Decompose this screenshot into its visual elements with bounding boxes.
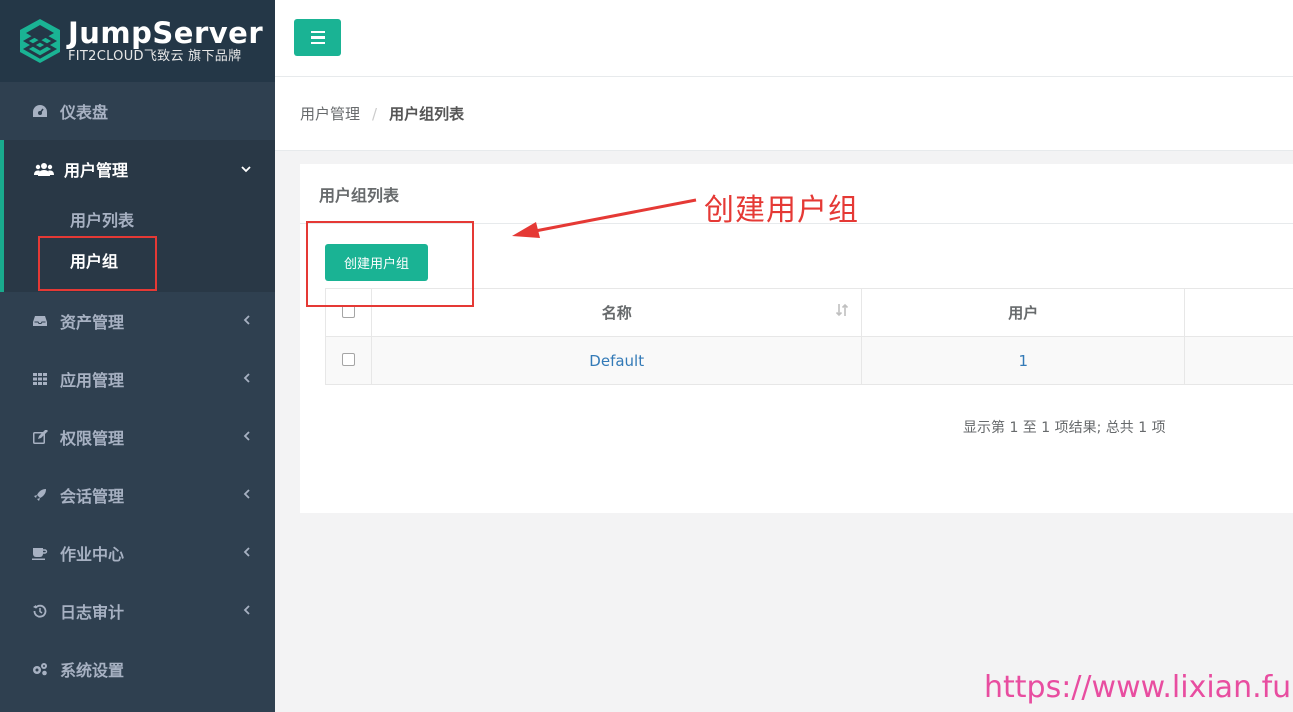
column-header-actions — [1184, 288, 1293, 337]
jumpserver-logo-icon — [18, 17, 62, 65]
sidebar-item-label: 权限管理 — [60, 429, 125, 448]
sidebar-item-audit[interactable]: 日志审计 — [0, 582, 275, 640]
chevron-left-icon — [243, 488, 251, 502]
sidebar-item-label: 应用管理 — [60, 371, 125, 390]
sidebar-item-label: 仪表盘 — [60, 103, 109, 122]
coffee-icon — [30, 547, 50, 560]
chevron-left-icon — [243, 314, 251, 328]
brand-title: JumpServer — [68, 16, 264, 50]
annotation-text: 创建用户组 — [704, 193, 859, 228]
annotation-box-button — [306, 221, 474, 307]
grid-icon — [30, 373, 50, 385]
sidebar-item-permissions[interactable]: 权限管理 — [0, 408, 275, 466]
chevron-left-icon — [243, 546, 251, 560]
chevron-left-icon — [243, 372, 251, 386]
pagination-info: 显示第 1 至 1 项结果; 总共 1 项 — [963, 420, 1166, 436]
users-icon — [34, 162, 54, 176]
hamburger-icon-line — [310, 41, 325, 45]
chevron-left-icon — [243, 604, 251, 618]
sidebar-subitem-user-list[interactable]: 用户列表 — [4, 198, 275, 239]
sidebar-item-assets[interactable]: 资产管理 — [0, 292, 275, 350]
top-navbar — [275, 0, 1293, 77]
column-header-label: 名称 — [601, 304, 632, 322]
brand-subtitle: FIT2CLOUD飞致云 旗下品牌 — [68, 49, 242, 64]
users-cell: 1 — [861, 336, 1186, 385]
row-select-cell — [325, 336, 372, 385]
annotation-box-sidebar — [38, 236, 157, 291]
chevron-left-icon — [243, 430, 251, 444]
watermark-text: https://www.lixian.fun — [984, 670, 1293, 705]
dashboard-icon — [30, 104, 50, 118]
actions-cell — [1184, 336, 1293, 385]
sidebar-item-label: 系统设置 — [60, 661, 125, 680]
sidebar-item-applications[interactable]: 应用管理 — [0, 350, 275, 408]
sidebar: JumpServer FIT2CLOUD飞致云 旗下品牌 仪表盘 用户管理 用户… — [0, 0, 275, 712]
breadcrumb-parent[interactable]: 用户管理 — [300, 103, 360, 124]
table-row: Default 1 — [325, 336, 1293, 385]
hamburger-icon-line — [310, 36, 325, 39]
user-count-link[interactable]: 1 — [1019, 352, 1029, 370]
chevron-down-icon — [241, 162, 251, 176]
breadcrumb: 用户管理 / 用户组列表 — [275, 77, 1293, 151]
breadcrumb-current: 用户组列表 — [389, 105, 465, 123]
history-icon — [30, 604, 50, 618]
sidebar-item-settings[interactable]: 系统设置 — [0, 640, 275, 698]
sidebar-item-label: 作业中心 — [60, 545, 125, 564]
hamburger-icon-line — [310, 30, 325, 34]
sort-icon[interactable] — [835, 303, 849, 321]
rocket-icon — [30, 488, 50, 502]
sidebar-item-label: 会话管理 — [60, 487, 125, 506]
row-checkbox[interactable] — [341, 352, 355, 366]
inbox-icon — [30, 315, 50, 327]
logo[interactable]: JumpServer FIT2CLOUD飞致云 旗下品牌 — [0, 0, 275, 82]
sidebar-item-jobs[interactable]: 作业中心 — [0, 524, 275, 582]
sidebar-item-label: 用户管理 — [64, 161, 129, 180]
sidebar-item-user-management[interactable]: 用户管理 — [4, 140, 275, 198]
sidebar-item-label: 资产管理 — [60, 313, 125, 332]
column-header-users[interactable]: 用户 — [861, 288, 1186, 337]
breadcrumb-separator: / — [372, 104, 378, 123]
sidebar-item-sessions[interactable]: 会话管理 — [0, 466, 275, 524]
menu-toggle-button[interactable] — [294, 19, 341, 56]
sidebar-item-dashboard[interactable]: 仪表盘 — [0, 82, 275, 140]
name-cell: Default — [370, 336, 863, 385]
gears-icon — [30, 662, 50, 676]
group-name-link[interactable]: Default — [589, 352, 644, 370]
annotation-arrow-icon — [512, 198, 697, 238]
sidebar-item-label: 日志审计 — [60, 603, 125, 622]
edit-icon — [30, 430, 50, 444]
